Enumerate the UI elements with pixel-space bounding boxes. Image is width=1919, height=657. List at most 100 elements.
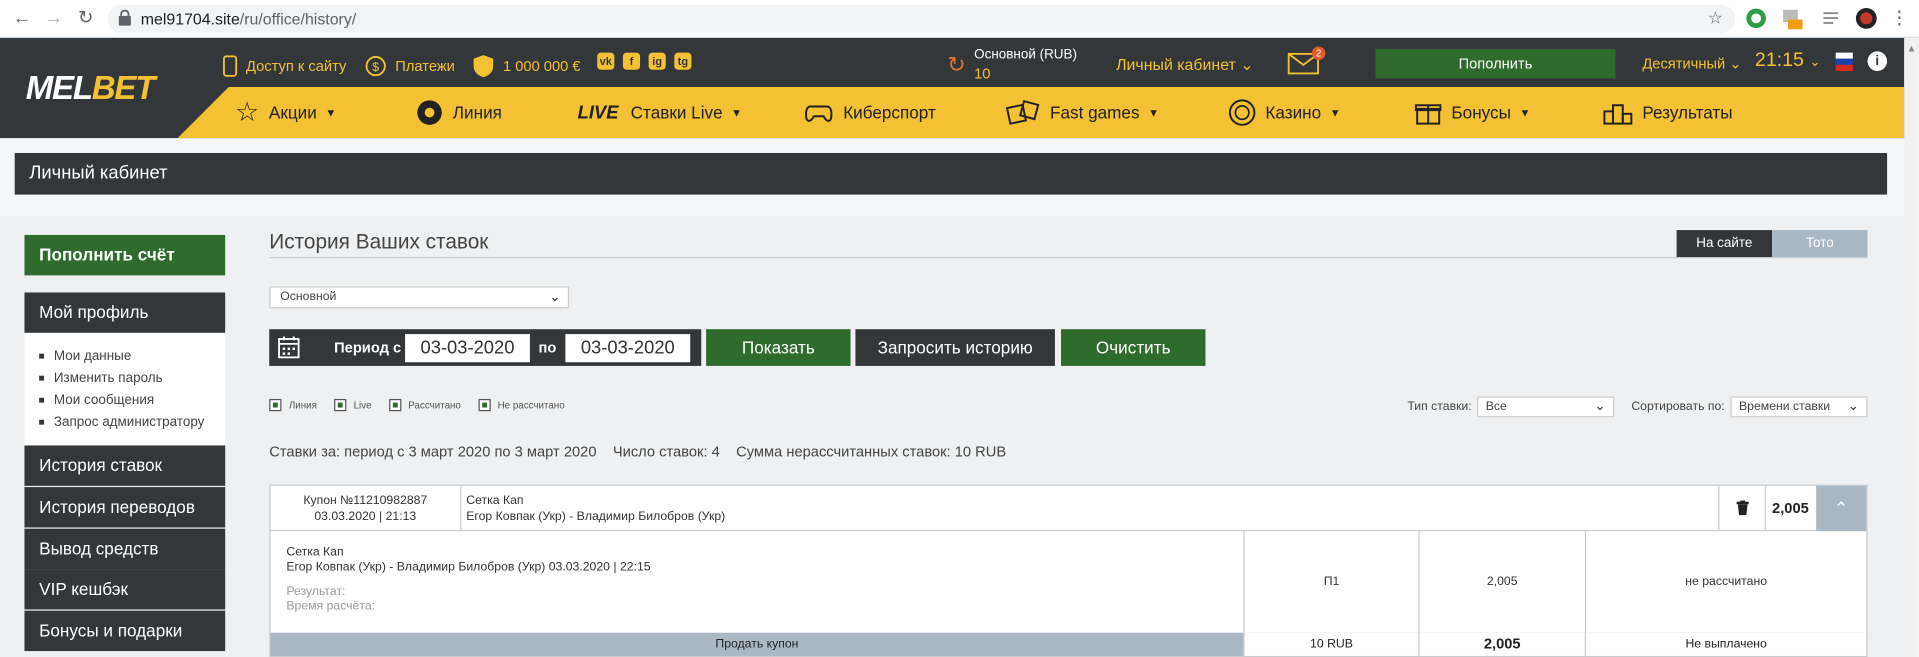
extension-off-icon[interactable]: [1781, 7, 1803, 30]
telegram-icon[interactable]: tg: [674, 52, 692, 70]
sidebar-item-change-password[interactable]: Изменить пароль: [39, 367, 225, 389]
site-access-link[interactable]: Доступ к сайту: [223, 53, 346, 80]
refresh-balance-icon[interactable]: ↻: [947, 53, 965, 79]
sell-coupon-button[interactable]: Продать купон: [270, 633, 1243, 656]
page-scrollbar[interactable]: ▲: [1904, 37, 1919, 657]
settle-time-label: Время расчёта:: [286, 599, 376, 614]
extension-green-icon[interactable]: [1745, 7, 1767, 29]
caret-down-icon: ▼: [325, 106, 337, 119]
coupon-number: Купон №11210982887: [303, 494, 428, 508]
odds-format-select[interactable]: Десятичный ⌄: [1642, 55, 1741, 72]
vk-icon[interactable]: vk: [597, 52, 615, 70]
deposit-button[interactable]: Пополнить: [1375, 48, 1616, 79]
russian-flag-icon[interactable]: [1835, 52, 1853, 71]
history-title: История Ваших ставок: [269, 230, 489, 254]
chevron-down-icon: ⌄: [1240, 55, 1254, 74]
live-tag: LIVE: [577, 102, 619, 123]
cabinet-link[interactable]: Личный кабинет ⌄: [1116, 55, 1253, 75]
filter-settled-checkbox[interactable]: Рассчитано: [388, 398, 461, 412]
collapse-coupon-button[interactable]: ⌃: [1816, 485, 1867, 532]
filter-line-checkbox[interactable]: Линия: [269, 398, 317, 412]
payments-link[interactable]: $ Платежи: [365, 53, 455, 80]
star-icon[interactable]: ☆: [1708, 7, 1723, 28]
phone-icon: [223, 55, 238, 77]
sidebar-item-messages[interactable]: Мои сообщения: [39, 389, 225, 411]
bet-type-select[interactable]: Все ⌄: [1477, 396, 1615, 418]
calendar-icon[interactable]: [278, 335, 300, 359]
coupon-header: Купон №11210982887 03.03.2020 | 21:13 Се…: [270, 485, 1867, 532]
coupon-detail-row: Сетка Кап Егор Ковпак (Укр) - Владимир Б…: [270, 531, 1866, 633]
nav-results[interactable]: Результаты: [1603, 87, 1733, 138]
address-bar[interactable]: mel91704.site/ru/office/history/ ☆: [107, 4, 1736, 34]
detail-match: Егор Ковпак (Укр) - Владимир Билобров (У…: [286, 560, 651, 574]
coupon-number-cell: Купон №11210982887 03.03.2020 | 21:13: [270, 485, 462, 532]
casino-chip-icon: [1228, 99, 1256, 126]
gamepad-icon: [805, 105, 833, 122]
profile-avatar-icon[interactable]: [1855, 7, 1877, 29]
sidebar-profile[interactable]: Мой профиль: [24, 292, 226, 333]
nav-esports[interactable]: Киберспорт: [804, 87, 936, 138]
forward-arrow-icon[interactable]: →: [42, 6, 66, 30]
nav-live[interactable]: LIVE Ставки Live ▼: [578, 87, 742, 138]
filter-live-checkbox[interactable]: Live: [334, 398, 372, 412]
chevron-down-icon: ⌄: [549, 290, 561, 305]
sidebar-bonuses-gifts[interactable]: Бонусы и подарки: [24, 610, 226, 652]
chevron-down-icon: ⌄: [1594, 398, 1606, 414]
screen: ← → ↻ mel91704.site/ru/office/history/ ☆…: [0, 0, 1919, 657]
coupon-detail: Сетка Кап Егор Ковпак (Укр) - Владимир Б…: [286, 546, 650, 615]
site-header: MELBET Доступ к сайту $ Платежи 1 000 00…: [0, 37, 1905, 139]
account-select[interactable]: Основной ⌄: [269, 286, 570, 309]
sidebar-transfer-history[interactable]: История переводов: [24, 487, 226, 528]
svg-text:$: $: [372, 60, 379, 74]
bonus-link[interactable]: 1 000 000 €: [472, 53, 581, 80]
sidebar-withdraw[interactable]: Вывод средств: [24, 528, 226, 570]
sidebar-deposit[interactable]: Пополнить счёт: [24, 234, 226, 276]
caret-down-icon: ▼: [1329, 106, 1341, 119]
coupon-match: Егор Ковпак (Укр) - Владимир Билобров (У…: [466, 510, 726, 524]
nav-fast-games[interactable]: Fast games ▼: [1005, 87, 1160, 138]
filter-unsettled-checkbox[interactable]: Не рассчитано: [478, 398, 565, 412]
clock: 21:15 ⌄: [1754, 50, 1821, 71]
sort-label: Сортировать по:: [1631, 400, 1725, 414]
browser-menu-icon[interactable]: ⋮: [1887, 6, 1911, 30]
sort-select[interactable]: Времени ставки ⌄: [1730, 396, 1868, 418]
nav-bonuses[interactable]: Бонусы ▼: [1414, 87, 1530, 138]
nav-casino[interactable]: Казино ▼: [1228, 87, 1341, 138]
sidebar-vip-cashback[interactable]: VIP кешбэк: [24, 569, 226, 610]
star-icon: ☆: [234, 96, 260, 128]
browser-toolbar: ← → ↻ mel91704.site/ru/office/history/ ☆…: [0, 0, 1919, 38]
social-links: vk f ig tg: [597, 52, 692, 70]
melbet-logo[interactable]: MELBET: [26, 70, 156, 108]
sidebar-bet-history[interactable]: История ставок: [24, 445, 226, 486]
sidebar-item-my-data[interactable]: Мои данные: [39, 345, 225, 367]
date-to-input[interactable]: 03-03-2020: [565, 334, 691, 363]
coupon-total-coefficient: 2,005: [1418, 632, 1585, 656]
reload-icon[interactable]: ↻: [73, 6, 97, 30]
delete-coupon-button[interactable]: [1718, 485, 1766, 532]
tab-on-site[interactable]: На сайте: [1676, 230, 1773, 257]
sidebar-item-admin-request[interactable]: Запрос администратору: [39, 411, 225, 433]
instagram-icon[interactable]: ig: [648, 52, 666, 70]
clear-button[interactable]: Очистить: [1061, 329, 1206, 366]
facebook-icon[interactable]: f: [622, 52, 641, 70]
balance-value: 10: [974, 64, 991, 82]
nav-line[interactable]: Линия: [416, 87, 502, 138]
main-nav: ☆ Акции ▼ Линия LIVE Ставки Live ▼ Киберсп…: [177, 86, 1905, 139]
tab-toto[interactable]: Тото: [1772, 230, 1868, 257]
coupon-card: Купон №11210982887 03.03.2020 | 21:13 Се…: [269, 484, 1868, 657]
nav-promos[interactable]: ☆ Акции ▼: [235, 87, 336, 138]
scroll-up-icon[interactable]: ▲: [1907, 43, 1917, 54]
info-icon[interactable]: i: [1867, 51, 1888, 71]
period-from-label: Период с: [334, 338, 402, 357]
show-button[interactable]: Показать: [706, 329, 851, 366]
soccer-ball-icon: [417, 100, 442, 125]
reading-list-icon[interactable]: [1821, 7, 1843, 29]
date-from-input[interactable]: 03-03-2020: [405, 334, 530, 363]
caret-down-icon: ▼: [1148, 106, 1160, 119]
trash-icon: [1736, 500, 1749, 516]
detail-tournament: Сетка Кап: [286, 545, 344, 560]
back-arrow-icon[interactable]: ←: [10, 6, 34, 30]
request-history-button[interactable]: Запросить историю: [855, 329, 1055, 366]
period-filter: Период с 03-03-2020 по 03-03-2020: [269, 329, 702, 366]
coupon-footer: Продать купон 10 RUB 2,005 Не выплачено: [270, 632, 1867, 656]
